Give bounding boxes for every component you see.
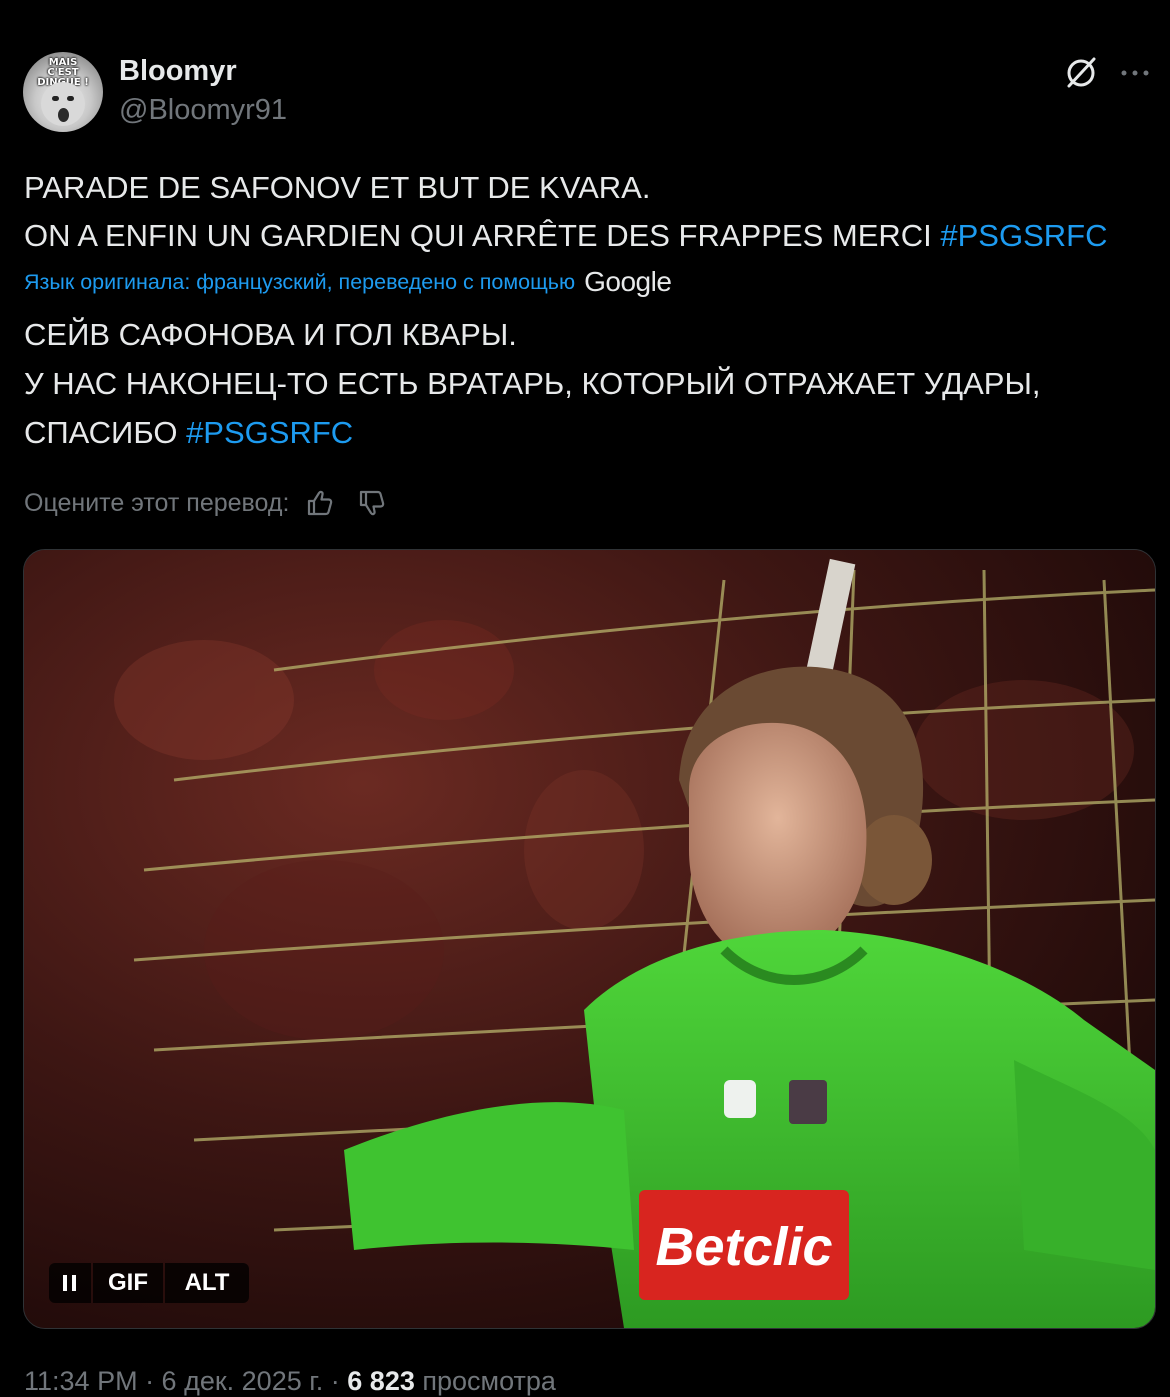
hashtag-link-translation[interactable]: #PSGSRFC	[186, 415, 353, 450]
grok-icon[interactable]	[1063, 55, 1099, 91]
translation-line-3-text: СПАСИБО	[24, 415, 187, 450]
view-count: 6 823	[347, 1366, 415, 1396]
author-name[interactable]: Bloomyr	[119, 55, 237, 88]
translation-line-3: СПАСИБО #PSGSRFC	[24, 408, 1159, 457]
google-logo: Google	[584, 266, 672, 297]
translation-notice-label[interactable]: Язык оригинала: французский, переведено …	[24, 270, 575, 295]
rate-translation: Оцените этот перевод:	[24, 483, 409, 523]
gif-frame: Betclic	[24, 550, 1155, 1328]
tweet-text: PARADE DE SAFONOV ET BUT DE KVARA. ON A …	[24, 164, 1159, 260]
rate-translation-label: Оцените этот перевод:	[24, 488, 290, 517]
translated-text: СЕЙВ САФОНОВА И ГОЛ КВАРЫ. У НАС НАКОНЕЦ…	[24, 310, 1159, 457]
alt-button[interactable]: ALT	[165, 1263, 249, 1303]
tweet-line-2: ON A ENFIN UN GARDIEN QUI ARRÊTE DES FRA…	[24, 212, 1159, 260]
avatar-face	[41, 82, 85, 126]
pause-icon	[63, 1275, 76, 1291]
avatar-mouth	[58, 108, 69, 122]
gif-controls: GIF ALT	[49, 1263, 249, 1303]
tweet-meta: 11:34 PM · 6 дек. 2025 г. · 6 823 просмо…	[24, 1366, 556, 1397]
gif-badge: GIF	[93, 1263, 163, 1303]
tweet-line-1: PARADE DE SAFONOV ET BUT DE KVARA.	[24, 170, 651, 205]
author-handle[interactable]: @Bloomyr91	[119, 94, 287, 127]
thumbs-up-icon[interactable]	[305, 488, 335, 518]
avatar[interactable]: MAIS C'EST DINGUE !	[23, 52, 103, 132]
translation-line-1: СЕЙВ САФОНОВА И ГОЛ КВАРЫ.	[24, 317, 517, 352]
translation-line-2: У НАС НАКОНЕЦ-ТО ЕСТЬ ВРАТАРЬ, КОТОРЫЙ О…	[24, 366, 1041, 401]
tweet-line-2-text: ON A ENFIN UN GARDIEN QUI ARRÊTE DES FRA…	[24, 218, 941, 253]
views-label: просмотра	[414, 1366, 556, 1396]
avatar-eye-right	[67, 96, 74, 101]
avatar-eye-left	[52, 96, 59, 101]
gif-media[interactable]: Betclic	[23, 549, 1156, 1329]
thumbs-down-icon[interactable]	[357, 488, 387, 518]
timestamp[interactable]: 11:34 PM · 6 дек. 2025 г. ·	[24, 1366, 347, 1396]
hashtag-link[interactable]: #PSGSRFC	[940, 218, 1107, 253]
more-icon[interactable]	[1118, 60, 1152, 86]
pause-button[interactable]	[49, 1263, 91, 1303]
translation-notice: Язык оригинала: французский, переведено …	[24, 264, 672, 300]
sponsor-text: Betclic	[655, 1217, 832, 1277]
